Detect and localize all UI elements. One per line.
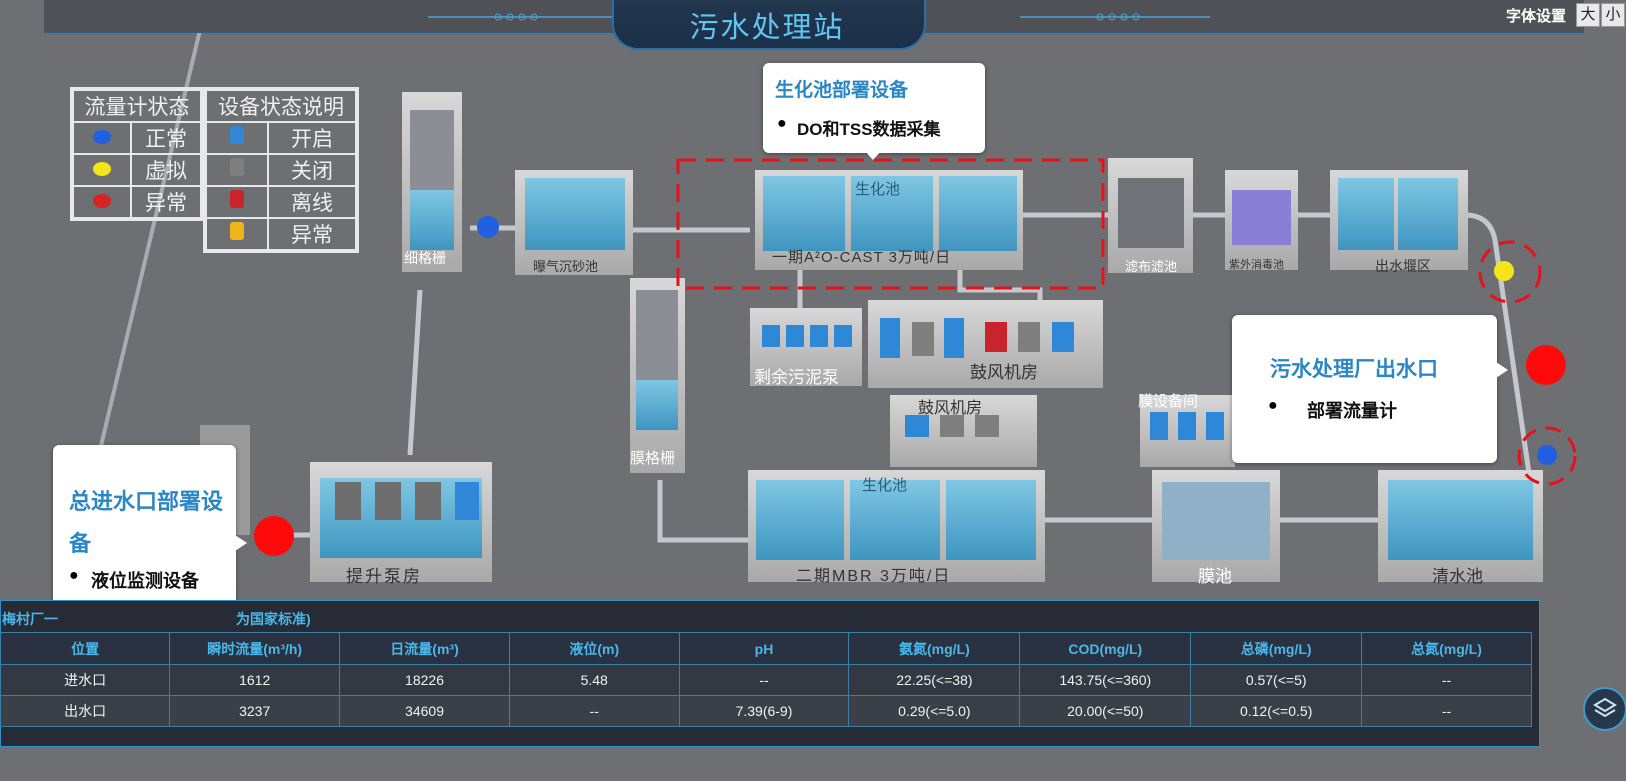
label-bio-tank-2: 生化池: [862, 477, 908, 494]
abnormal-status-icon: [93, 194, 111, 208]
column-header: 总氮(mg/L): [1361, 632, 1532, 665]
column-header: pH: [678, 632, 850, 665]
header-deco-right-icon: [1020, 13, 1210, 21]
column-header: 瞬时流量(m³/h): [169, 632, 341, 665]
pump-on-icon: [230, 126, 244, 144]
callout-title: 总进水口部署设备: [69, 489, 224, 556]
callout-pointer: [235, 535, 247, 551]
table-cell: 0.12(<=0.5): [1190, 695, 1362, 727]
table-cell: 进水口: [0, 664, 171, 696]
bullet-icon: ●: [1268, 397, 1278, 414]
table-cell: --: [678, 664, 850, 696]
table-header-row: 位置 瞬时流量(m³/h) 日流量(m³) 液位(m) pH 氨氮(mg/L) …: [0, 632, 1532, 665]
label-clear-tank: 清水池: [1432, 567, 1483, 586]
label-bio-tank-1: 生化池: [855, 181, 901, 198]
outlet-callout: 污水处理厂出水口 ● 部署流量计: [1232, 315, 1508, 463]
device-legend-label: 异常: [267, 217, 357, 251]
bullet-icon: ●: [69, 567, 79, 584]
layers-button[interactable]: [1583, 687, 1626, 731]
label-cloth-filter: 滤布滤池: [1125, 259, 1178, 274]
column-header: 液位(m): [508, 632, 680, 665]
pump-offline-icon: [230, 190, 244, 208]
normal-status-icon: [93, 130, 111, 144]
table-cell: 7.39(6-9): [678, 695, 850, 727]
table-cell: 0.57(<=5): [1190, 664, 1362, 696]
flow-legend-label: 异常: [130, 185, 202, 219]
label-phase2: 二期MBR 3万吨/日: [796, 568, 952, 585]
layers-icon: [1593, 697, 1617, 718]
callout-title: 生化池部署设备: [775, 80, 909, 101]
table-cell: 34609: [339, 695, 510, 727]
label-membrane-screen: 膜格栅: [630, 450, 676, 467]
device-legend-title: 设备状态说明: [205, 89, 357, 123]
table-row: 进水口 1612 18226 5.48 -- 22.25(<=38) 143.7…: [0, 664, 1532, 696]
table-caption-standard: 为国家标准): [236, 611, 311, 627]
label-blower-room-2: 鼓风机房: [918, 400, 983, 417]
table-cell: 3237: [169, 695, 341, 727]
table-cell: 143.75(<=360): [1019, 664, 1192, 696]
inlet-callout: 总进水口部署设备 ● 液位监测设备: [53, 445, 247, 625]
table-cell: --: [1361, 664, 1532, 696]
flow-legend-label: 虚拟: [130, 153, 202, 187]
table-cell: 5.48: [508, 664, 680, 696]
device-legend-label: 开启: [267, 121, 357, 155]
table-cell: --: [1361, 695, 1532, 727]
table-cell: 22.25(<=38): [848, 664, 1021, 696]
label-fine-screen: 细格栅: [404, 250, 446, 266]
label-sludge-pump: 剩余污泥泵: [754, 368, 839, 387]
flow-legend-label: 正常: [130, 121, 202, 155]
callout-item: DO和TSS数据采集: [797, 120, 941, 139]
column-header: 总磷(mg/L): [1190, 632, 1362, 665]
table-cell: --: [508, 695, 680, 727]
column-header: 位置: [0, 632, 171, 665]
virtual-status-icon: [93, 162, 111, 176]
device-status-legend: 设备状态说明 开启 关闭 离线 异常: [203, 87, 359, 253]
label-aerated-grit: 曝气沉砂池: [533, 259, 599, 274]
callout-item: 液位监测设备: [91, 571, 199, 591]
table-row: 出水口 3237 34609 -- 7.39(6-9) 0.29(<=5.0) …: [0, 695, 1532, 727]
label-blower-room: 鼓风机房: [970, 363, 1038, 382]
table-cell: 0.29(<=5.0): [848, 695, 1021, 727]
flow-meter-legend: 流量计状态 正常 虚拟 异常: [70, 87, 204, 221]
label-lift-pump: 提升泵房: [346, 567, 422, 586]
font-settings-label: 字体设置: [1506, 8, 1567, 25]
table-caption: 梅村厂一: [2, 611, 58, 627]
column-header: 氨氮(mg/L): [848, 632, 1021, 665]
pump-off-icon: [230, 158, 244, 176]
water-quality-table: 位置 瞬时流量(m³/h) 日流量(m³) 液位(m) pH 氨氮(mg/L) …: [0, 632, 1532, 727]
column-header: COD(mg/L): [1019, 632, 1192, 665]
column-header: 日流量(m³): [339, 632, 510, 665]
label-uv: 紫外消毒池: [1229, 259, 1284, 271]
callout-pointer: [1496, 362, 1508, 378]
font-small-button[interactable]: 小: [1601, 3, 1625, 27]
outlet-marker[interactable]: [1526, 345, 1566, 385]
callout-item: 部署流量计: [1307, 401, 1397, 421]
callout-title: 污水处理厂出水口: [1270, 358, 1438, 381]
inlet-marker[interactable]: [254, 516, 294, 556]
page-title: 污水处理站: [689, 12, 845, 44]
pump-abnormal-icon: [230, 222, 244, 240]
label-membrane-equipment: 膜设备间: [1138, 393, 1199, 410]
table-cell: 20.00(<=50): [1019, 695, 1192, 727]
label-phase1: 一期A²O-CAST 3万吨/日: [772, 249, 952, 266]
label-outfall-weir: 出水堰区: [1375, 258, 1431, 274]
table-cell: 1612: [169, 664, 341, 696]
flow-legend-title: 流量计状态: [72, 89, 202, 123]
callout-pointer: [865, 151, 881, 160]
bullet-icon: ●: [777, 115, 787, 132]
label-membrane-tank: 膜池: [1198, 567, 1232, 586]
table-cell: 18226: [339, 664, 510, 696]
bio-tank-callout: 生化池部署设备 ● DO和TSS数据采集: [763, 63, 985, 160]
header-deco-left-icon: [428, 13, 618, 21]
device-legend-label: 离线: [267, 185, 357, 219]
font-large-button[interactable]: 大: [1576, 3, 1600, 27]
device-legend-label: 关闭: [267, 153, 357, 187]
table-cell: 出水口: [0, 695, 171, 727]
